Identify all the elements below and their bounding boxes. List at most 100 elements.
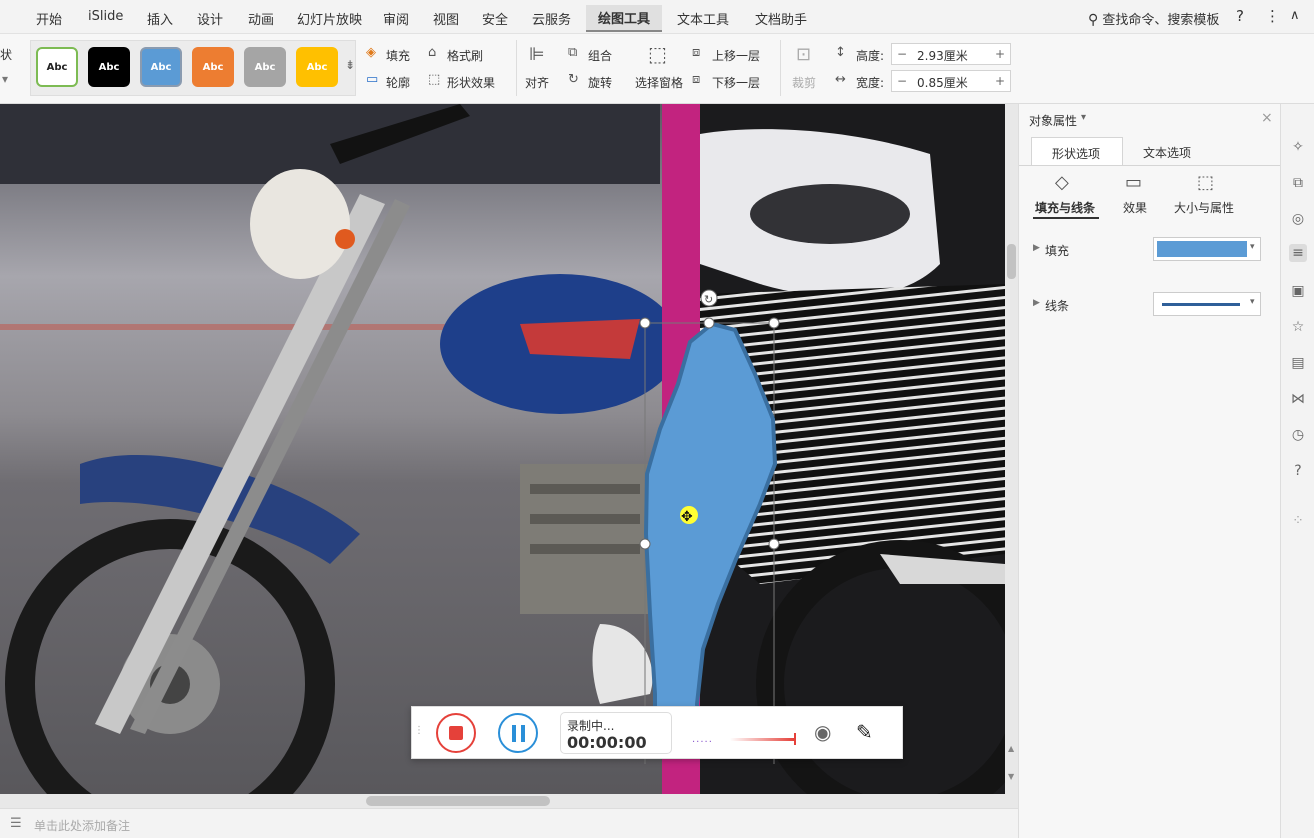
menu-home[interactable]: 开始	[36, 9, 62, 28]
volume-slider-end	[794, 733, 796, 745]
motorcycle-photo: ↻ ✥	[0, 104, 1005, 794]
gallery-more-icon[interactable]: ⇟	[345, 58, 355, 72]
copy-icon[interactable]: ⧉	[1289, 174, 1307, 192]
style-black[interactable]: Abc	[88, 47, 130, 87]
vertical-scroll-thumb[interactable]	[1007, 244, 1016, 279]
search-command[interactable]: ⚲ 查找命令、搜索模板	[1088, 9, 1219, 28]
more-icon[interactable]: ⋮	[1265, 7, 1280, 25]
collapse-ribbon-icon[interactable]: ∧	[1290, 8, 1300, 23]
help-icon[interactable]: ?	[1236, 7, 1244, 25]
style-white[interactable]: Abc	[36, 47, 78, 87]
menu-cloud[interactable]: 云服务	[532, 9, 571, 28]
ribbon-toolbar: 状 ▾ Abc Abc Abc Abc Abc Abc ⇟ ◈ 填充 ▭ 轮廓 …	[0, 34, 1314, 104]
bring-forward-button[interactable]: 上移一层	[712, 47, 760, 64]
height-input[interactable]: − 2.93厘米 +	[891, 43, 1011, 65]
decrement-icon[interactable]: −	[897, 47, 907, 61]
pen-icon[interactable]: ✎	[856, 720, 873, 744]
menu-text-tools[interactable]: 文本工具	[677, 9, 729, 28]
vertical-scrollbar[interactable]: ▲ ▼	[1005, 104, 1018, 794]
increment-icon[interactable]: +	[995, 47, 1005, 61]
width-input[interactable]: − 0.85厘米 +	[891, 70, 1011, 92]
tab-text-options[interactable]: 文本选项	[1123, 137, 1215, 166]
menu-security[interactable]: 安全	[482, 9, 508, 28]
search-icon: ⚲	[1088, 12, 1099, 28]
menu-design[interactable]: 设计	[197, 9, 223, 28]
increment-icon[interactable]: +	[995, 74, 1005, 88]
format-painter-icon: ⌂	[428, 45, 437, 60]
image-icon[interactable]: ▣	[1289, 282, 1307, 300]
audio-level-icon: ·····	[692, 737, 713, 748]
shape-effects-button[interactable]: 形状效果	[447, 74, 495, 91]
history-icon[interactable]: ◷	[1289, 426, 1307, 444]
menu-insert[interactable]: 插入	[147, 9, 173, 28]
send-backward-icon: ⧈	[692, 72, 701, 87]
fill-button[interactable]: 填充	[386, 47, 410, 64]
fill-bucket-icon: ◈	[366, 45, 376, 60]
share-icon[interactable]: ⋈	[1289, 390, 1307, 408]
subtab-active-underline	[1033, 217, 1099, 219]
recording-status-box: 录制中... 00:00:00	[560, 712, 672, 754]
drag-handle-icon[interactable]: ⋮	[414, 725, 424, 736]
menu-islide[interactable]: iSlide	[88, 9, 123, 24]
format-painter-button[interactable]: 格式刷	[447, 47, 483, 64]
menu-drawing-tools[interactable]: 绘图工具	[586, 5, 663, 32]
decrement-icon[interactable]: −	[897, 74, 907, 88]
volume-slider[interactable]	[730, 738, 794, 741]
fill-color-dropdown[interactable]: ▾	[1153, 237, 1261, 261]
effects-icon: ▭	[1125, 172, 1143, 193]
scroll-up-icon[interactable]: ▲	[1008, 744, 1014, 753]
style-gray[interactable]: Abc	[244, 47, 286, 87]
style-yellow[interactable]: Abc	[296, 47, 338, 87]
align-button[interactable]: 对齐	[525, 74, 549, 91]
help-circle-icon[interactable]: ?	[1289, 462, 1307, 480]
tab-shape-options[interactable]: 形状选项	[1031, 137, 1123, 166]
line-section-label[interactable]: 线条	[1045, 297, 1069, 314]
selection-pane-icon: ⬚	[648, 42, 667, 66]
screen-recorder-toolbar: ⋮ 录制中... 00:00:00 ····· ◉ ✎	[411, 706, 903, 759]
rotate-icon: ↻	[568, 72, 579, 87]
properties-icon[interactable]: ≡	[1289, 244, 1307, 262]
webcam-icon[interactable]: ◉	[814, 720, 831, 744]
send-backward-button[interactable]: 下移一层	[712, 74, 760, 91]
horizontal-scroll-thumb[interactable]	[366, 796, 550, 806]
notes-placeholder[interactable]: 单击此处添加备注	[34, 817, 130, 834]
expand-line-icon[interactable]: ▶	[1033, 298, 1040, 308]
selection-pane-button[interactable]: 选择窗格	[635, 74, 683, 91]
grid-icon[interactable]: ⁘	[1289, 512, 1307, 530]
style-blue[interactable]: Abc	[140, 47, 182, 87]
menu-review[interactable]: 审阅	[383, 9, 409, 28]
box-icon[interactable]: ▤	[1289, 354, 1307, 372]
pause-record-button[interactable]	[498, 713, 538, 753]
subtab-fill-line[interactable]: 填充与线条	[1035, 199, 1095, 216]
group-button[interactable]: 组合	[588, 47, 612, 64]
style-orange[interactable]: Abc	[192, 47, 234, 87]
line-style-dropdown[interactable]: ▾	[1153, 292, 1261, 316]
outline-button[interactable]: 轮廓	[386, 74, 410, 91]
horizontal-scrollbar[interactable]	[0, 794, 1018, 808]
star-icon[interactable]: ☆	[1289, 318, 1307, 336]
expand-fill-icon[interactable]: ▶	[1033, 243, 1040, 253]
stop-icon	[449, 726, 463, 740]
menu-doc-assistant[interactable]: 文档助手	[755, 9, 807, 28]
chevron-down-icon[interactable]: ▾	[1081, 112, 1086, 123]
stop-record-button[interactable]	[436, 713, 476, 753]
shape-effects-icon: ⬚	[428, 72, 441, 87]
slide-canvas[interactable]: ↻ ✥	[0, 104, 1005, 794]
panel-title[interactable]: 对象属性	[1029, 112, 1077, 129]
rotate-button[interactable]: 旋转	[588, 74, 612, 91]
menu-slideshow[interactable]: 幻灯片放映	[297, 9, 362, 28]
scroll-down-icon[interactable]: ▼	[1008, 772, 1014, 781]
subtab-effects[interactable]: 效果	[1123, 199, 1147, 216]
menu-animation[interactable]: 动画	[248, 9, 274, 28]
menu-bar: 开始 iSlide 插入 设计 动画 幻灯片放映 审阅 视图 安全 云服务 绘图…	[0, 0, 1314, 34]
shape-style-truncated[interactable]: 状	[0, 46, 12, 63]
menu-view[interactable]: 视图	[433, 9, 459, 28]
width-icon: ↔	[835, 72, 846, 87]
pin-icon[interactable]: ✧	[1289, 138, 1307, 156]
shapes-icon[interactable]: ◎	[1289, 210, 1307, 228]
fill-section-label[interactable]: 填充	[1045, 242, 1069, 259]
notes-area[interactable]: ☰ 单击此处添加备注	[0, 808, 1018, 838]
close-icon[interactable]: ×	[1261, 110, 1273, 126]
subtab-size-properties[interactable]: 大小与属性	[1174, 199, 1234, 216]
chevron-down-icon[interactable]: ▾	[2, 72, 8, 86]
